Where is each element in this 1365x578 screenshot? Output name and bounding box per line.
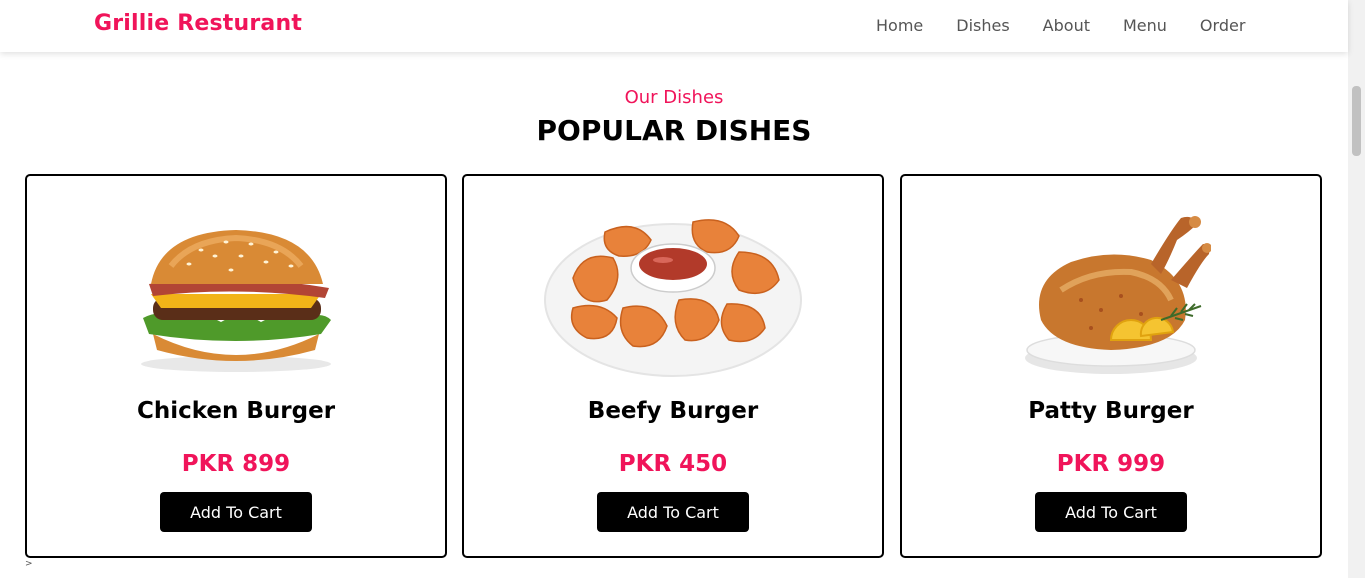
scrollbar-thumb[interactable] [1352,86,1361,156]
dish-price: PKR 999 [1056,451,1166,477]
add-to-cart-button[interactable]: Add To Cart [160,492,312,532]
nav-about[interactable]: About [1043,16,1090,35]
scrollbar[interactable] [1348,0,1365,578]
dish-price: PKR 899 [181,451,291,477]
dish-price: PKR 450 [618,451,728,477]
nav-order[interactable]: Order [1200,16,1245,35]
dish-name: Beefy Burger [587,398,759,424]
nav-menu[interactable]: Menu [1123,16,1167,35]
dish-card: Beefy Burger PKR 450 Add To Cart [462,174,884,558]
section-title: POPULAR DISHES [536,114,812,147]
roast-chicken-image [902,196,1320,386]
nav-links: Home Dishes About Menu Order [876,16,1245,35]
footer-mark: > [25,559,33,569]
dish-name: Chicken Burger [136,398,336,424]
nav-home[interactable]: Home [876,16,923,35]
section-subtitle: Our Dishes [624,87,724,108]
burger-image [27,196,445,386]
add-to-cart-button[interactable]: Add To Cart [1035,492,1187,532]
brand-logo[interactable]: Grillie Resturant [94,11,302,36]
dish-name: Patty Burger [1028,398,1194,424]
navbar: Grillie Resturant Home Dishes About Menu… [0,0,1348,52]
nuggets-image [464,196,882,386]
dish-card: Chicken Burger PKR 899 Add To Cart [25,174,447,558]
add-to-cart-button[interactable]: Add To Cart [597,492,749,532]
nav-dishes[interactable]: Dishes [956,16,1009,35]
dish-card: Patty Burger PKR 999 Add To Cart [900,174,1322,558]
